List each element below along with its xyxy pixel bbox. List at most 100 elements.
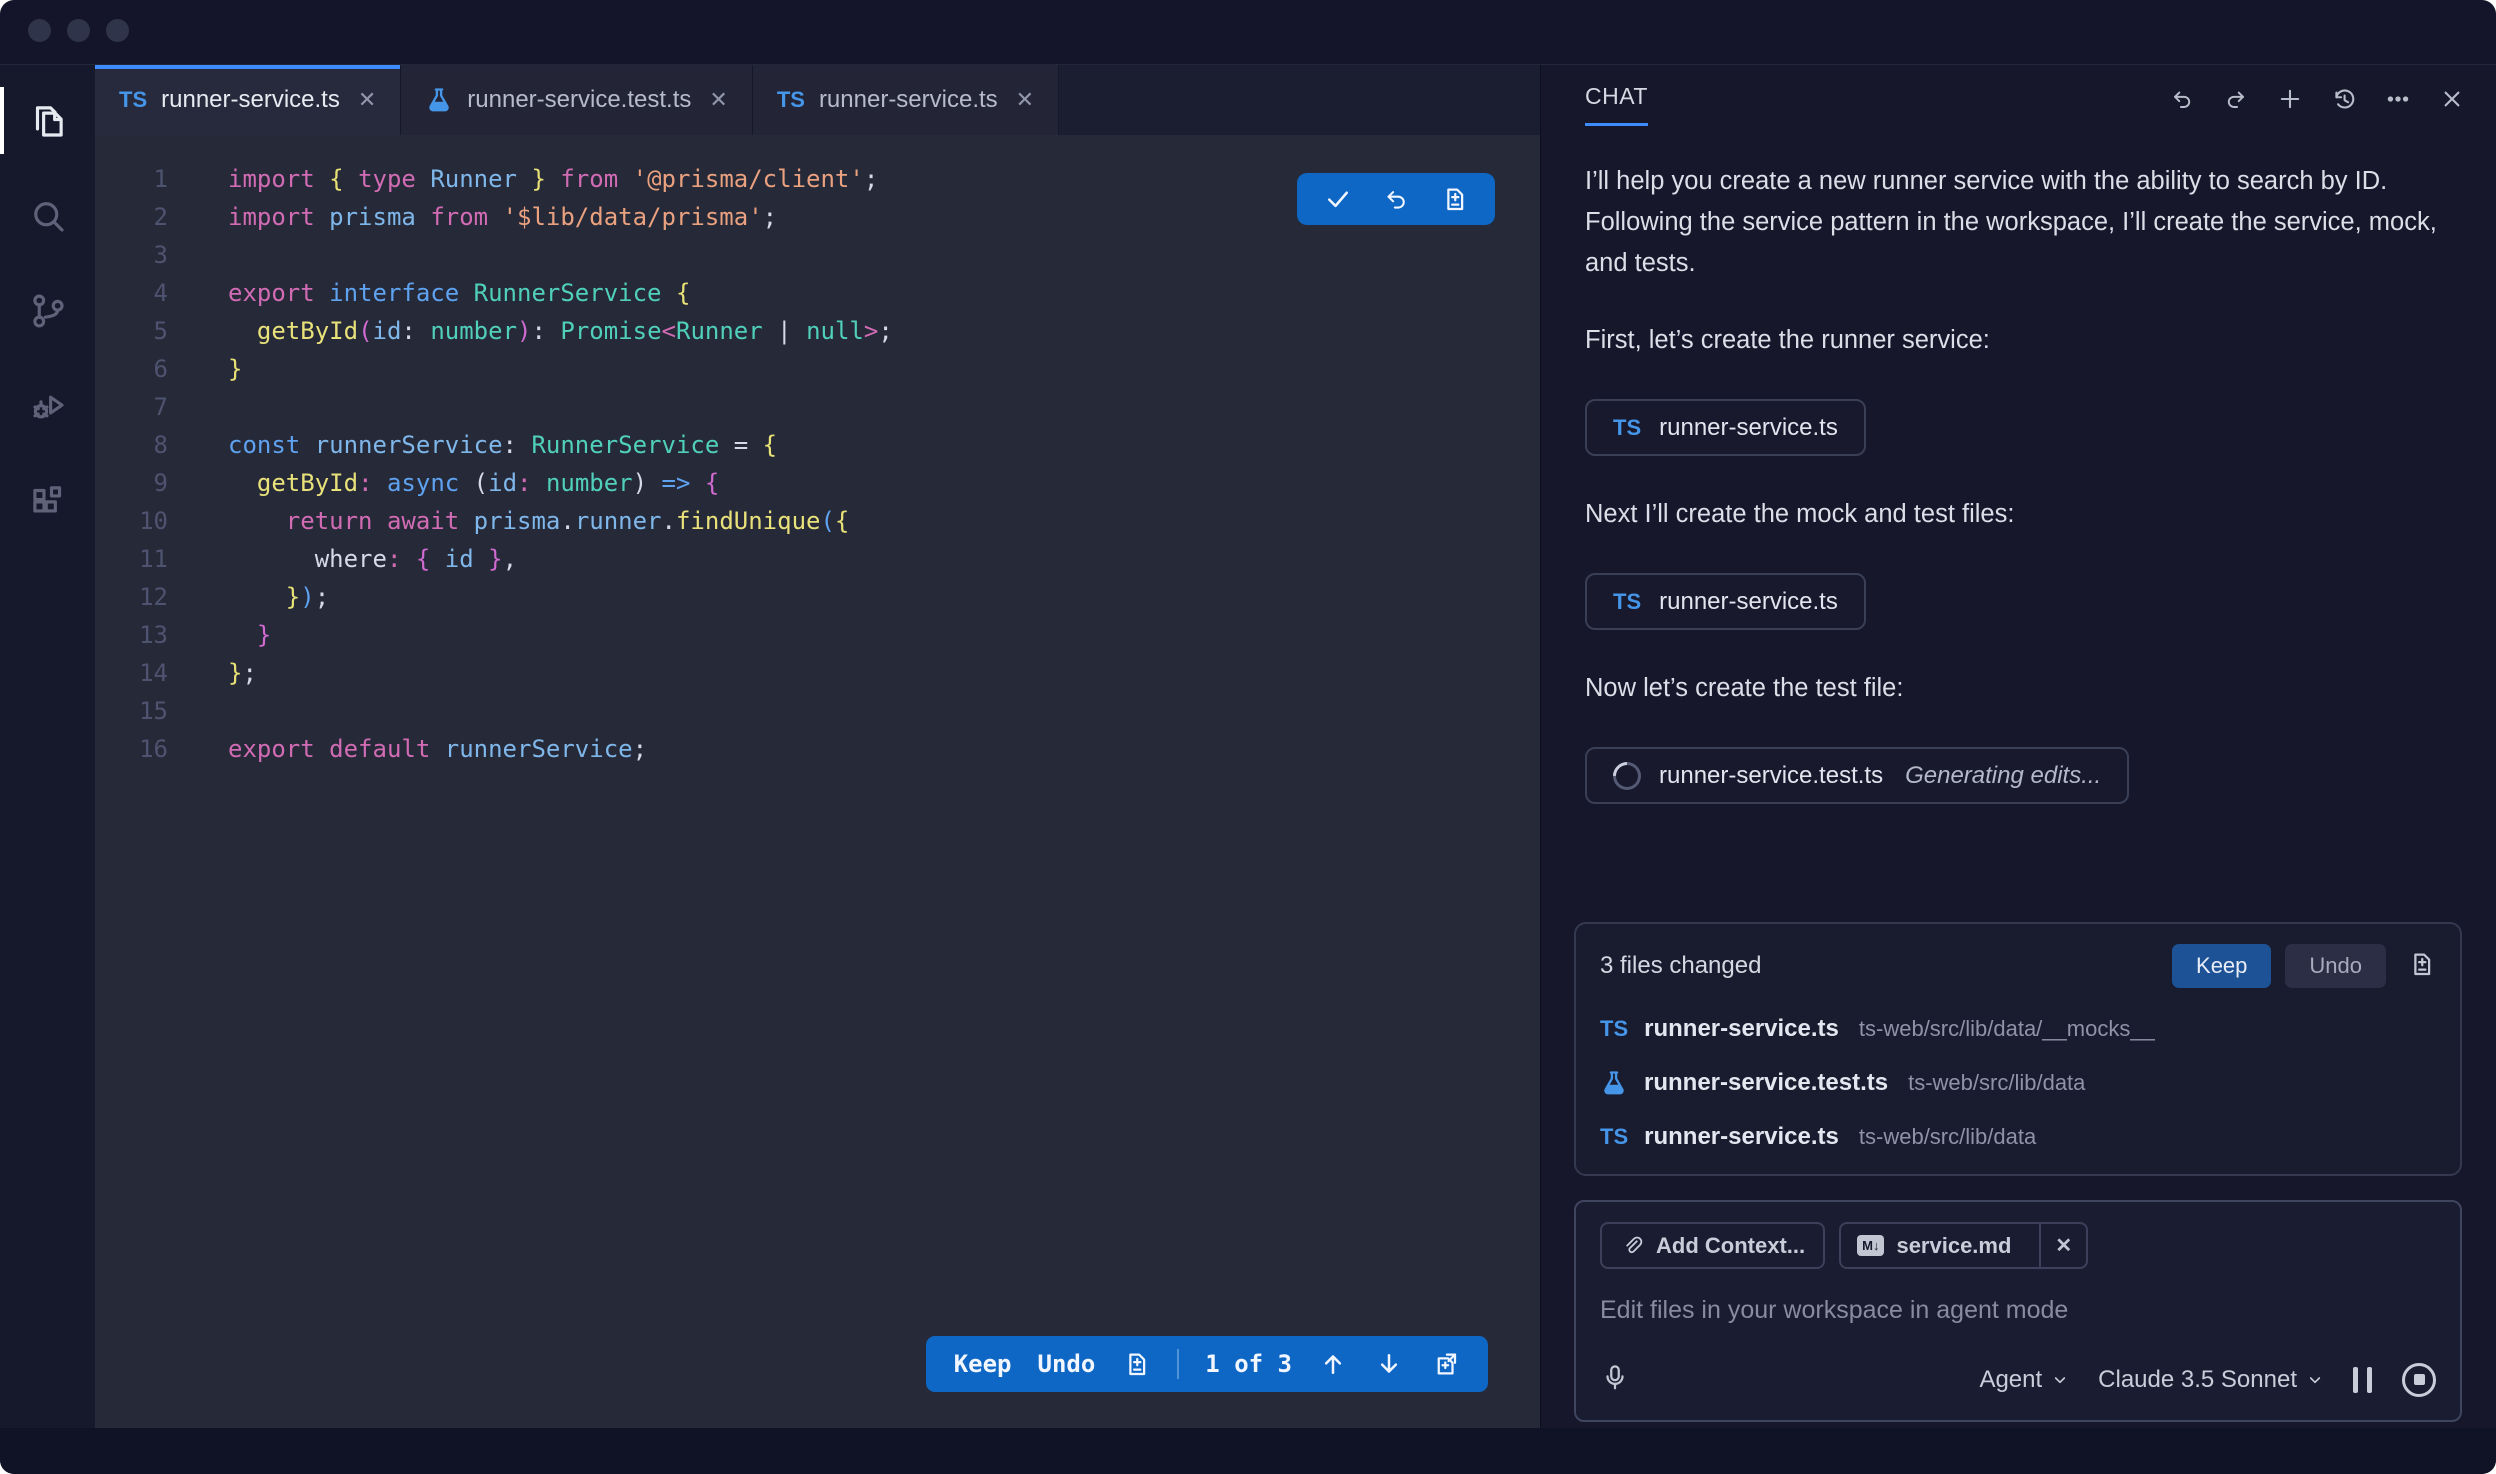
undo-button[interactable]: Undo — [1038, 1345, 1096, 1383]
add-context-label: Add Context... — [1656, 1233, 1805, 1259]
code-line[interactable]: 13 } — [95, 616, 1540, 654]
file-chip-label: runner-service.ts — [1659, 588, 1838, 616]
line-number: 7 — [95, 388, 168, 426]
activity-bar-item-extensions[interactable] — [0, 453, 95, 548]
typescript-file-icon: TS — [119, 87, 147, 113]
chat-input-placeholder[interactable]: Edit files in your workspace in agent mo… — [1600, 1296, 2436, 1325]
chat-input-box[interactable]: Add Context... M↓ service.md ✕ Edit file… — [1574, 1200, 2462, 1422]
line-number: 3 — [95, 236, 168, 274]
window-controls — [28, 19, 129, 42]
paperclip-icon — [1620, 1234, 1644, 1258]
code-line[interactable]: 3 — [95, 236, 1540, 274]
line-number: 15 — [95, 692, 168, 730]
line-number: 6 — [95, 350, 168, 388]
chevron-down-icon — [2307, 1372, 2323, 1388]
code-line[interactable]: 16export default runnerService; — [95, 730, 1540, 768]
close-icon[interactable] — [2438, 85, 2466, 113]
new-chat-icon[interactable] — [2276, 85, 2304, 113]
diff-document-icon[interactable] — [1439, 184, 1469, 214]
undo-icon[interactable] — [2168, 85, 2196, 113]
code-line-text: }); — [168, 578, 329, 616]
code-line-text: getById(id: number): Promise<Runner | nu… — [168, 312, 893, 350]
add-context-button[interactable]: Add Context... — [1600, 1222, 1825, 1269]
code-line[interactable]: 14}; — [95, 654, 1540, 692]
more-icon[interactable] — [2384, 85, 2412, 113]
code-line[interactable]: 15 — [95, 692, 1540, 730]
editor-group: TSrunner-service.ts✕runner-service.test.… — [95, 65, 1540, 1428]
code-line[interactable]: 12 }); — [95, 578, 1540, 616]
code-line-text — [168, 236, 228, 274]
traffic-light-zoom[interactable] — [106, 19, 129, 42]
debug-icon — [27, 385, 69, 427]
file-progress-chip[interactable]: runner-service.test.tsGenerating edits..… — [1585, 747, 2129, 804]
microphone-icon[interactable] — [1600, 1359, 1630, 1400]
file-chip[interactable]: TSrunner-service.ts — [1585, 573, 1866, 630]
history-icon[interactable] — [2330, 85, 2358, 113]
editor-tab-3[interactable]: TSrunner-service.ts✕ — [753, 65, 1059, 135]
activity-bar-item-explorer[interactable] — [0, 73, 95, 168]
diff-document-icon[interactable] — [2406, 949, 2436, 979]
code-line[interactable]: 6} — [95, 350, 1540, 388]
generating-status: Generating edits... — [1905, 762, 2101, 790]
redo-icon[interactable] — [2222, 85, 2250, 113]
mode-dropdown[interactable]: Agent — [1979, 1366, 2068, 1394]
change-counter: 1 of 3 — [1205, 1345, 1292, 1383]
changed-file-row[interactable]: TSrunner-service.tsts-web/src/lib/data/_… — [1576, 1002, 2460, 1056]
changed-file-name: runner-service.test.ts — [1644, 1069, 1888, 1097]
code-line-text: getById: async (id: number) => { — [168, 464, 719, 502]
undo-icon[interactable] — [1381, 184, 1411, 214]
activity-bar-item-run-debug[interactable] — [0, 358, 95, 453]
undo-all-button[interactable]: Undo — [2285, 944, 2386, 988]
model-dropdown[interactable]: Claude 3.5 Sonnet — [2098, 1366, 2323, 1394]
code-line[interactable]: 9 getById: async (id: number) => { — [95, 464, 1540, 502]
arrow-up-icon[interactable] — [1318, 1349, 1348, 1379]
chat-tab[interactable]: CHAT — [1585, 83, 1648, 126]
view-diff-icon[interactable] — [2406, 949, 2436, 984]
stop-button[interactable] — [2402, 1363, 2436, 1397]
pause-button[interactable] — [2353, 1367, 2372, 1393]
diff-document-icon[interactable] — [1121, 1349, 1151, 1379]
changed-file-path: ts-web/src/lib/data — [1908, 1070, 2085, 1096]
changed-file-row[interactable]: runner-service.test.ts ts-web/src/lib/dat… — [1576, 1056, 2460, 1110]
code-editor[interactable]: 1import { type Runner } from '@prisma/cl… — [95, 135, 1540, 1428]
inline-suggestion-toolbar — [1297, 173, 1495, 225]
line-number: 14 — [95, 654, 168, 692]
editor-tab-1[interactable]: TS runner-service.ts ✕ — [95, 65, 401, 135]
changed-file-row[interactable]: TSrunner-service.tsts-web/src/lib/data — [1576, 1110, 2460, 1164]
open-diff-icon[interactable] — [1430, 1349, 1460, 1379]
editor-tab-2[interactable]: runner-service.test.ts✕ — [401, 65, 753, 135]
tab-close-icon[interactable]: ✕ — [1016, 87, 1034, 113]
chat-input-controls: Agent Claude 3.5 Sonnet — [1600, 1359, 2436, 1400]
attachment-chip[interactable]: M↓ service.md ✕ — [1839, 1222, 2088, 1269]
tab-bar: TSrunner-service.ts✕runner-service.test.… — [95, 65, 1540, 135]
keep-all-button[interactable]: Keep — [2172, 944, 2271, 988]
tab-close-icon[interactable]: ✕ — [358, 87, 376, 113]
tab-close-icon[interactable]: ✕ — [709, 87, 727, 113]
code-line-text — [168, 692, 228, 730]
beaker-icon — [425, 86, 453, 114]
code-line[interactable]: 11 where: { id }, — [95, 540, 1540, 578]
code-line[interactable]: 10 return await prisma.runner.findUnique… — [95, 502, 1540, 540]
activity-bar — [0, 65, 95, 1428]
code-line[interactable]: 4export interface RunnerService { — [95, 274, 1540, 312]
keep-button[interactable]: Keep — [954, 1345, 1012, 1383]
tab-label: runner-service.ts — [161, 86, 340, 114]
typescript-file-icon: TS — [1613, 415, 1641, 441]
traffic-light-close[interactable] — [28, 19, 51, 42]
code-line[interactable]: 5 getById(id: number): Promise<Runner | … — [95, 312, 1540, 350]
activity-bar-item-source-control[interactable] — [0, 263, 95, 358]
diff-review-toolbar: Keep Undo 1 of 3 — [926, 1336, 1488, 1392]
line-number: 1 — [95, 160, 168, 198]
remove-attachment-icon[interactable]: ✕ — [2039, 1224, 2086, 1267]
file-chip[interactable]: TSrunner-service.ts — [1585, 399, 1866, 456]
check-icon[interactable] — [1323, 184, 1353, 214]
activity-bar-item-search[interactable] — [0, 168, 95, 263]
chat-panel: CHAT I’ll help you create a new runner s… — [1540, 65, 2496, 1428]
code-line[interactable]: 7 — [95, 388, 1540, 426]
arrow-down-icon[interactable] — [1374, 1349, 1404, 1379]
vscode-window: TSrunner-service.ts✕runner-service.test.… — [0, 0, 2496, 1474]
attachment-label: service.md — [1896, 1233, 2011, 1259]
code-line[interactable]: 8const runnerService: RunnerService = { — [95, 426, 1540, 464]
traffic-light-minimize[interactable] — [67, 19, 90, 42]
code-line-text: where: { id }, — [168, 540, 517, 578]
